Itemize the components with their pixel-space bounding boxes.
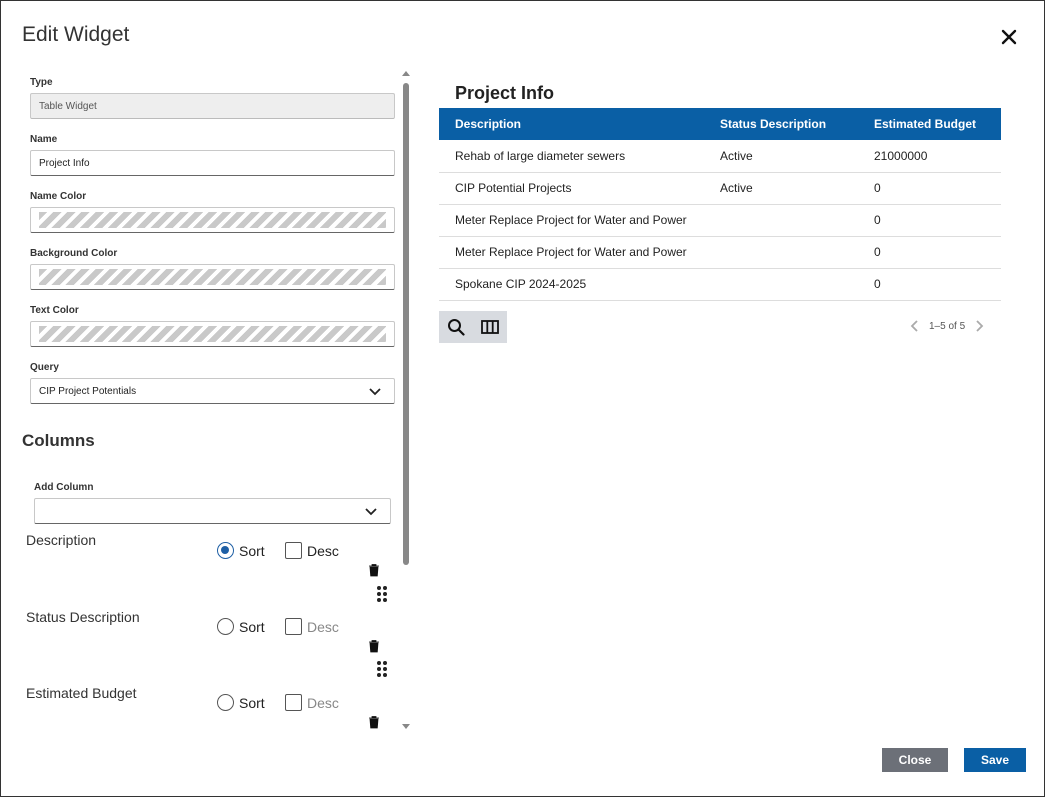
cell: Meter Replace Project for Water and Powe…	[439, 204, 704, 237]
table-row: CIP Potential Projects Active 0	[439, 172, 1001, 205]
chevron-down-icon	[365, 508, 377, 516]
checkbox[interactable]	[285, 694, 302, 711]
trash-icon[interactable]	[368, 715, 380, 729]
desc-checkbox-estimated-budget[interactable]: Desc	[285, 694, 339, 711]
preview-title: Project Info	[455, 83, 555, 103]
scroll-thumb[interactable]	[403, 83, 409, 565]
sort-radio-estimated-budget[interactable]: Sort	[217, 694, 265, 711]
pager-text: 1–5 of 5	[929, 320, 966, 332]
add-column-label: Add Column	[34, 482, 94, 493]
save-button[interactable]: Save	[964, 748, 1026, 772]
columns-heading: Columns	[22, 431, 95, 450]
cell: Rehab of large diameter sewers	[439, 140, 704, 173]
name-field[interactable]: Project Info	[30, 150, 395, 176]
type-field: Table Widget	[30, 93, 395, 119]
radio-unchecked[interactable]	[217, 694, 234, 711]
add-column-select[interactable]	[34, 498, 391, 524]
desc-checkbox-status-description[interactable]: Desc	[285, 618, 339, 635]
cell: Meter Replace Project for Water and Powe…	[439, 236, 704, 269]
search-icon	[448, 319, 465, 336]
checkbox[interactable]	[285, 542, 302, 559]
columns-button[interactable]	[479, 316, 501, 338]
settings-panel: Type Table Widget Name Project Info Name…	[1, 67, 416, 735]
sort-label: Sort	[239, 694, 265, 711]
pagination: 1–5 of 5	[909, 319, 985, 333]
dialog-title: Edit Widget	[22, 23, 130, 46]
chevron-down-icon	[369, 388, 381, 396]
columns-icon	[481, 320, 499, 334]
desc-label: Desc	[307, 542, 339, 559]
cell: Active	[704, 172, 858, 205]
drag-handle-icon[interactable]	[375, 660, 389, 678]
edit-widget-dialog: Edit Widget Type Table Widget Name Proje…	[0, 0, 1045, 797]
desc-label: Desc	[307, 618, 339, 635]
type-label: Type	[30, 77, 53, 88]
sort-radio-status-description[interactable]: Sort	[217, 618, 265, 635]
background-color-label: Background Color	[30, 248, 118, 259]
trash-icon[interactable]	[368, 639, 380, 653]
preview-table: Description Status Description Estimated…	[439, 108, 1001, 301]
cell: Spokane CIP 2024-2025	[439, 268, 704, 301]
desc-label: Desc	[307, 694, 339, 711]
text-color-label: Text Color	[30, 305, 79, 316]
name-color-label: Name Color	[30, 191, 87, 202]
cell	[704, 204, 858, 237]
radio-checked[interactable]	[217, 542, 234, 559]
cell: Active	[704, 140, 858, 173]
close-icon[interactable]	[997, 25, 1021, 49]
table-row: Meter Replace Project for Water and Powe…	[439, 204, 1001, 237]
table-row: Spokane CIP 2024-2025 0	[439, 268, 1001, 301]
scroll-up-icon[interactable]	[401, 69, 411, 77]
background-color-picker[interactable]	[30, 264, 395, 290]
text-color-picker[interactable]	[30, 321, 395, 347]
query-select[interactable]: CIP Project Potentials	[30, 378, 395, 404]
cell: 0	[858, 268, 1001, 301]
name-color-picker[interactable]	[30, 207, 395, 233]
header-description[interactable]: Description	[439, 108, 704, 140]
cell: 0	[858, 236, 1001, 269]
sort-radio-description[interactable]: Sort	[217, 542, 265, 559]
close-button[interactable]: Close	[882, 748, 948, 772]
scrollbar[interactable]	[399, 67, 413, 735]
column-name-description: Description	[26, 532, 97, 548]
header-estimated-budget[interactable]: Estimated Budget	[858, 108, 1001, 140]
trash-icon[interactable]	[368, 563, 380, 577]
chevron-right-icon[interactable]	[973, 319, 985, 333]
scroll-down-icon[interactable]	[401, 723, 411, 731]
cell: 0	[858, 204, 1001, 237]
query-value: CIP Project Potentials	[39, 385, 137, 397]
table-header-row: Description Status Description Estimated…	[439, 108, 1001, 140]
search-button[interactable]	[445, 316, 467, 338]
column-name-estimated-budget: Estimated Budget	[26, 685, 137, 701]
header-status-description[interactable]: Status Description	[704, 108, 858, 140]
chevron-left-icon[interactable]	[909, 319, 921, 333]
cell: 0	[858, 172, 1001, 205]
table-row: Meter Replace Project for Water and Powe…	[439, 236, 1001, 269]
cell	[704, 236, 858, 269]
cell: 21000000	[858, 140, 1001, 173]
desc-checkbox-description[interactable]: Desc	[285, 542, 339, 559]
table-toolbar	[439, 311, 507, 343]
sort-label: Sort	[239, 542, 265, 559]
drag-handle-icon[interactable]	[375, 585, 389, 603]
checkbox[interactable]	[285, 618, 302, 635]
table-row: Rehab of large diameter sewers Active 21…	[439, 140, 1001, 173]
column-name-status-description: Status Description	[26, 609, 140, 625]
radio-unchecked[interactable]	[217, 618, 234, 635]
name-label: Name	[30, 134, 58, 145]
query-label: Query	[30, 362, 59, 373]
cell	[704, 268, 858, 301]
sort-label: Sort	[239, 618, 265, 635]
cell: CIP Potential Projects	[439, 172, 704, 205]
